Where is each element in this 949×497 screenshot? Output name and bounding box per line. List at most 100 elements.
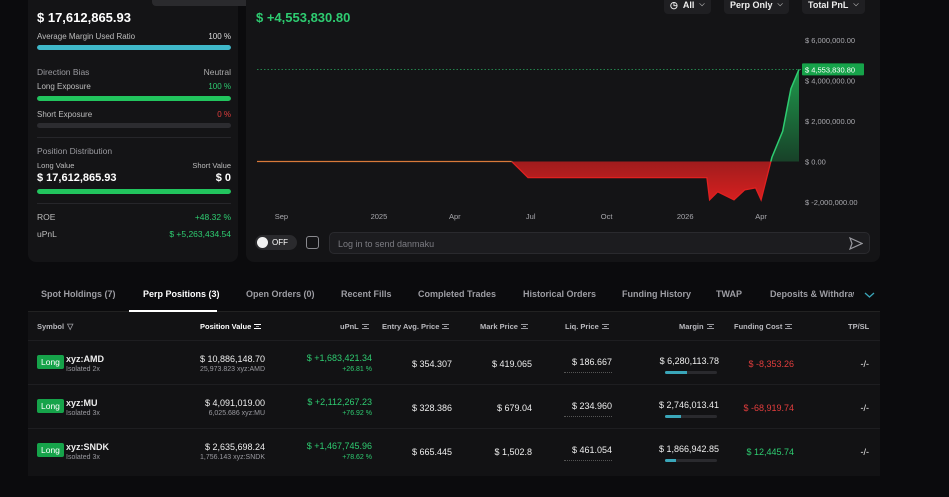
- send-icon[interactable]: [849, 237, 863, 250]
- avg-margin-fill: [37, 45, 231, 50]
- danmaku-input[interactable]: Log in to send danmaku: [329, 232, 870, 254]
- table-row[interactable]: Long xyz:SNDK Isolated 3x $ 2,635,698.24…: [28, 428, 880, 472]
- sort-icon: [254, 324, 262, 329]
- short-exposure-row: Short Exposure 0 %: [37, 110, 231, 119]
- margin-mode: Isolated 2x: [66, 366, 100, 373]
- x-tick-label: Oct: [601, 212, 614, 221]
- position-qty: 1,756.143 xyz:SNDK: [200, 454, 265, 461]
- direction-bias-label: Direction Bias: [37, 67, 90, 77]
- tab-spot-holdings[interactable]: Spot Holdings (7): [41, 289, 116, 299]
- liq-price: $ 461.054: [571, 445, 612, 455]
- upnl-percent: +78.62 %: [342, 454, 372, 461]
- header-liq-price-label: Liq. Price: [565, 322, 599, 331]
- tab-funding-history[interactable]: Funding History: [622, 289, 691, 299]
- direction-bias-value: Neutral: [203, 67, 231, 77]
- pnl-chart-card: $ +4,553,830.80 ◷ All ⌵ Perp Only ⌵ Tota…: [246, 0, 880, 262]
- y-tick-label: $ 4,000,000.00: [805, 77, 855, 86]
- header-margin[interactable]: Margin: [679, 322, 714, 331]
- tab-historical-orders[interactable]: Historical Orders: [523, 289, 596, 299]
- table-row[interactable]: Long xyz:MU Isolated 3x $ 4,091,019.00 6…: [28, 384, 880, 428]
- margin: $ 1,866,942.85: [658, 444, 719, 454]
- liq-distance-indicator: [564, 416, 612, 417]
- tab-deposits-withdrawals[interactable]: Deposits & Withdraw: [770, 289, 854, 299]
- current-positions-button[interactable]: [152, 0, 252, 6]
- position-value: $ 10,886,148.70: [199, 354, 265, 364]
- long-value-label: Long Value: [37, 161, 75, 170]
- long-exposure-fill: [37, 96, 231, 101]
- margin-bar-fill: [665, 459, 677, 462]
- avg-margin-bar: [37, 45, 231, 50]
- header-upnl-label: uPnL: [340, 322, 359, 331]
- distribution-fill: [37, 189, 231, 194]
- tab-recent-fills[interactable]: Recent Fills: [341, 289, 392, 299]
- position-distribution-label: Position Distribution: [37, 146, 113, 156]
- margin: $ 2,746,013.41: [658, 400, 719, 410]
- upnl-value: $ +5,263,434.54: [169, 229, 231, 239]
- upnl: $ +2,112,267.23: [307, 397, 372, 407]
- symbol[interactable]: xyz:MU: [66, 398, 98, 408]
- tpsl[interactable]: -/-: [861, 447, 870, 457]
- tab-completed-trades[interactable]: Completed Trades: [418, 289, 496, 299]
- header-position-value-label: Position Value: [200, 322, 252, 331]
- symbol[interactable]: xyz:AMD: [66, 354, 104, 364]
- x-tick-label: Jul: [526, 212, 536, 221]
- header-funding-cost-label: Funding Cost: [734, 322, 783, 331]
- distribution-bar: [37, 189, 231, 194]
- side-badge: Long: [37, 399, 64, 413]
- header-position-value[interactable]: Position Value: [200, 322, 262, 331]
- y-tick-label: $ 2,000,000.00: [805, 117, 855, 126]
- header-funding-cost[interactable]: Funding Cost: [734, 322, 793, 331]
- sort-icon: [706, 324, 714, 329]
- filter-icon[interactable]: ▽: [67, 322, 73, 331]
- sort-icon: [785, 324, 793, 329]
- tpsl[interactable]: -/-: [861, 359, 870, 369]
- header-entry-price[interactable]: Entry Avg. Price: [382, 322, 450, 331]
- roe-row: ROE +48.32 %: [37, 212, 231, 222]
- position-value: $ 4,091,019.00: [204, 398, 265, 408]
- margin-bar: [665, 371, 717, 374]
- mark-price: $ 1,502.8: [494, 447, 532, 457]
- sort-icon: [442, 324, 450, 329]
- tab-perp-positions[interactable]: Perp Positions (3): [143, 289, 220, 299]
- margin: $ 6,280,113.78: [659, 356, 719, 366]
- funding-cost: $ -8,353.26: [748, 359, 794, 369]
- entry-price: $ 328.386: [411, 403, 452, 413]
- entry-price: $ 354.307: [411, 359, 452, 369]
- danmaku-toggle[interactable]: OFF: [255, 235, 297, 250]
- tab-open-orders[interactable]: Open Orders (0): [246, 289, 315, 299]
- header-upnl[interactable]: uPnL: [340, 322, 369, 331]
- upnl: $ +1,683,421.34: [306, 353, 372, 363]
- x-tick-label: Apr: [755, 212, 767, 221]
- upnl-percent: +26.81 %: [342, 366, 372, 373]
- direction-bias-row: Direction Bias Neutral: [37, 67, 231, 77]
- short-exposure-value: 0 %: [217, 110, 231, 119]
- sort-icon: [601, 324, 609, 329]
- sort-icon: [520, 324, 528, 329]
- liq-distance-indicator: [564, 460, 612, 461]
- header-symbol[interactable]: Symbol ▽: [37, 322, 73, 331]
- divider: [37, 137, 231, 138]
- chevron-down-icon[interactable]: [864, 291, 875, 299]
- tab-twap[interactable]: TWAP: [716, 289, 742, 299]
- avg-margin-value: 100 %: [208, 32, 231, 41]
- symbol[interactable]: xyz:SNDK: [66, 442, 109, 452]
- table-row[interactable]: Long xyz:AMD Isolated 2x $ 10,886,148.70…: [28, 340, 880, 384]
- toggle-label: OFF: [272, 238, 288, 247]
- header-liq-price[interactable]: Liq. Price: [565, 322, 609, 331]
- liq-price: $ 186.667: [571, 357, 612, 367]
- header-margin-label: Margin: [679, 322, 704, 331]
- liq-price: $ 234.960: [571, 401, 612, 411]
- danmaku-settings-icon[interactable]: [306, 236, 319, 249]
- perp-positions-table: Symbol ▽ Position Value uPnL Entry Avg. …: [28, 312, 880, 476]
- header-mark-price[interactable]: Mark Price: [480, 322, 528, 331]
- margin-bar-fill: [665, 415, 681, 418]
- pnl-chart[interactable]: $ 6,000,000.00 $ 4,000,000.00 $ 2,000,000.…: [246, 0, 880, 230]
- sort-icon: [361, 324, 369, 329]
- upnl: $ +1,467,745.96: [306, 441, 372, 451]
- funding-cost: $ -68,919.74: [743, 403, 794, 413]
- tpsl[interactable]: -/-: [861, 403, 870, 413]
- short-value-label: Short Value: [192, 161, 231, 170]
- header-mark-price-label: Mark Price: [480, 322, 518, 331]
- header-entry-price-label: Entry Avg. Price: [382, 322, 440, 331]
- long-exposure-row: Long Exposure 100 %: [37, 82, 231, 91]
